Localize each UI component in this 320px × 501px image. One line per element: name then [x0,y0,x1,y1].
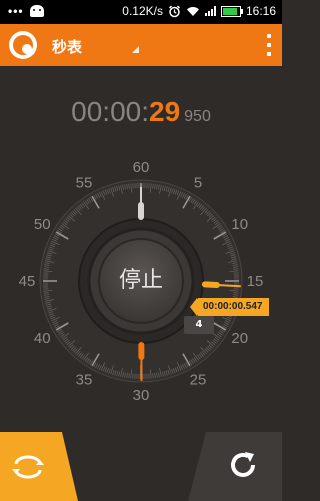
dial-label: 40 [34,330,51,347]
lap-button[interactable] [0,432,78,501]
lap-time-badge: 00:00:00.547 [190,298,269,316]
alarm-icon [168,4,180,17]
dial-label: 30 [133,387,150,404]
dial-label: 5 [194,174,202,191]
dial-label: 55 [76,174,93,191]
stop-button-label: 停止 [118,268,163,293]
dial-label: 35 [76,372,93,389]
notification-dots: ••• [8,4,24,18]
dial-label: 20 [231,330,248,347]
wifi-icon [186,6,199,16]
refresh-icon [231,452,255,477]
overflow-menu-icon[interactable] [266,34,272,56]
stop-button[interactable]: 停止 [100,240,182,322]
dial-label: 25 [190,372,207,389]
dial-label: 60 [133,159,150,176]
stopwatch-logo-icon[interactable] [9,31,37,59]
status-left: ••• [8,4,44,18]
clock: 16:16 [245,4,276,18]
app-bar: 秒表 [0,24,282,66]
time-milliseconds: 950 [184,108,211,125]
page-title[interactable]: 秒表 [52,36,82,57]
time-hours-minutes: 00:00: [71,96,149,127]
lap-count-badge: 4 [184,316,214,334]
dial-label: 15 [247,273,264,290]
battery-icon [220,5,243,17]
dial-label: 10 [231,216,248,233]
dropdown-indicator-icon [132,46,139,53]
android-icon [29,5,44,17]
network-speed: 0.12K/s [122,4,163,18]
signal-icon [204,6,216,16]
dial-label: 50 [34,216,51,233]
time-seconds: 29 [149,96,181,127]
elapsed-time-display: 00:00:29 950 [0,96,282,128]
dial-label: 45 [19,273,36,290]
reset-button[interactable] [188,432,282,501]
status-right: 0.12K/s 16:16 [122,4,276,18]
status-bar: ••• 0.12K/s 16:16 [0,0,282,24]
lap-reset-icon [12,455,44,479]
